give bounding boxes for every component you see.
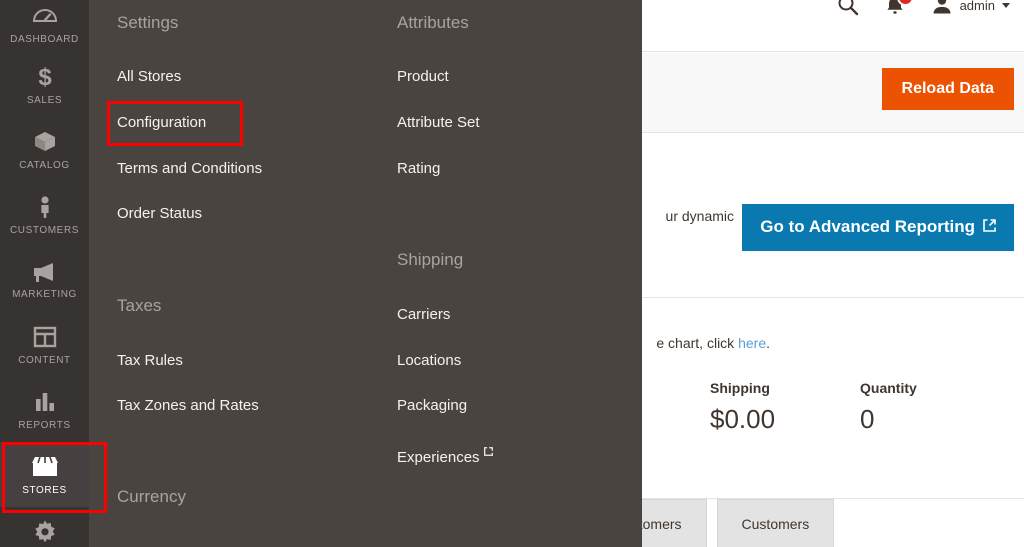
dollar-icon: $ [38,64,52,90]
menu-item-experiences[interactable]: Experiences [397,443,493,466]
sidebar-item-catalog[interactable]: Catalog [0,117,89,182]
menu-item-rating[interactable]: Rating [397,160,440,177]
sidebar-item-stores[interactable]: Stores [0,442,107,513]
header-actions: 4 admin [837,0,1010,16]
notifications-bell-icon[interactable]: 4 [885,0,914,16]
menu-item-carriers[interactable]: Carriers [397,306,450,323]
chart-note-text-before: e chart, click [656,335,739,351]
menu-group-shipping-title: Shipping [397,250,464,269]
stores-mega-menu: Settings All Stores Configuration Terms … [89,0,642,547]
go-to-advanced-reporting-button[interactable]: Go to Advanced Reporting [742,204,1014,251]
user-avatar-icon [933,0,951,14]
stat-label-quantity: Quantity [860,380,917,396]
sidebar-label-reports: Reports [18,419,71,431]
sidebar-item-reports[interactable]: Reports [0,377,89,442]
advanced-reporting-description: ur dynamic [665,208,734,224]
reload-data-button[interactable]: Reload Data [881,68,1014,110]
menu-group-settings-title: Settings [117,13,179,32]
menu-item-configuration[interactable]: Configuration [117,114,206,131]
menu-item-attribute-set[interactable]: Attribute Set [397,114,480,131]
menu-item-tax-zones-and-rates[interactable]: Tax Zones and Rates [117,397,259,414]
sidebar-item-customers[interactable]: Customers [0,182,89,247]
sidebar-label-catalog: Catalog [19,159,70,171]
gear-icon [34,520,55,542]
menu-item-experiences-label: Experiences [397,449,480,466]
megaphone-icon [33,262,53,282]
svg-text:$: $ [38,64,52,90]
storefront-icon [31,456,58,476]
menu-group-attributes-title: Attributes [397,13,469,32]
admin-dashboard-screen: 4 admin Reload Data ur dynamic Go to Adv… [0,0,1024,547]
stat-label-shipping: Shipping [710,380,770,396]
stat-value-shipping: $0.00 [710,404,776,434]
menu-item-locations[interactable]: Locations [397,352,461,369]
box-icon [34,131,55,151]
chart-note-text-after: . [766,335,770,351]
menu-column-settings: Settings All Stores Configuration Terms … [89,0,369,547]
sidebar-label-content: Content [18,354,71,366]
external-link-icon [483,443,493,460]
sidebar-label-dashboard: Dashboard [10,34,79,45]
sidebar-item-marketing[interactable]: Marketing [0,247,89,312]
sidebar-label-sales: Sales [26,94,63,106]
advanced-reporting-button-label: Go to Advanced Reporting [760,217,975,236]
menu-column-attributes-shipping: Attributes Product Attribute Set Rating … [369,0,649,547]
dashboard-icon [32,8,57,22]
sidebar-label-customers: Customers [9,224,80,236]
sidebar-label-stores: Stores [22,484,67,496]
sidebar-item-system[interactable]: System [0,507,89,547]
layout-icon [33,326,56,347]
chevron-down-icon [1002,2,1010,8]
external-link-icon [983,218,996,237]
admin-sidebar-rail: Dashboard $ Sales Catalog Customers [0,0,107,547]
admin-account-menu[interactable]: admin [931,0,1010,16]
chart-note: e chart, click here. [656,335,770,351]
stat-tile-quantity: Quantity 0 [860,380,1010,435]
menu-item-tax-rules[interactable]: Tax Rules [117,352,183,369]
stat-value-quantity: 0 [860,404,875,434]
person-icon [40,195,49,218]
sidebar-label-marketing: Marketing [12,288,77,300]
sidebar-item-dashboard[interactable]: Dashboard [0,0,89,52]
menu-item-all-stores[interactable]: All Stores [117,68,181,85]
menu-item-packaging[interactable]: Packaging [397,397,467,414]
sidebar-item-content[interactable]: Content [0,312,89,377]
menu-item-order-status[interactable]: Order Status [117,205,202,222]
menu-group-currency-title: Currency [117,487,186,506]
chart-note-link[interactable]: here [738,335,766,351]
menu-item-product[interactable]: Product [397,68,449,85]
sidebar-item-sales[interactable]: $ Sales [0,52,89,117]
stat-tile-shipping: Shipping $0.00 [710,380,860,435]
admin-username-label: admin [959,0,995,13]
tab-customers[interactable]: Customers [716,499,835,547]
menu-item-terms-and-conditions[interactable]: Terms and Conditions [117,160,262,177]
search-icon[interactable] [837,0,859,16]
bar-chart-icon [35,392,54,411]
menu-group-taxes-title: Taxes [117,296,162,315]
